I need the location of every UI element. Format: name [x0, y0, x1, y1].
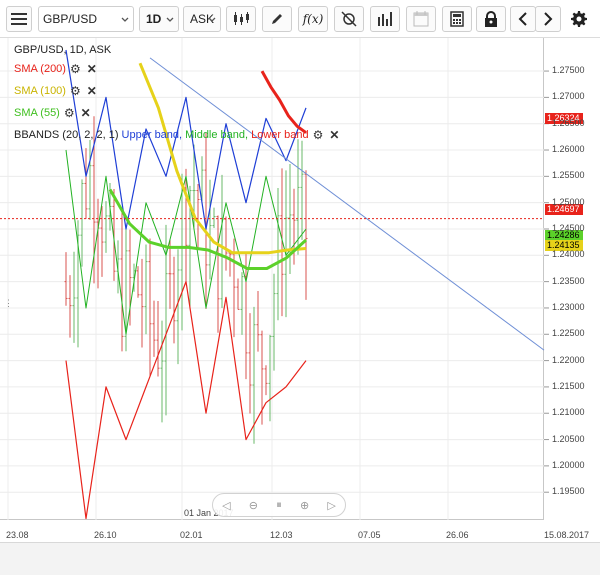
- resize-handle[interactable]: ⋮: [4, 298, 13, 309]
- legend-sma100-label: SMA (100): [14, 85, 66, 97]
- toolbar: GBP/USD 1D ASK f(x): [0, 0, 600, 38]
- legend-sma100: SMA (100) ⚙ ✕: [14, 84, 97, 98]
- legend-main: GBP/USD, 1D, ASK: [14, 43, 111, 57]
- chevron-down-icon: [166, 17, 174, 22]
- volume-button[interactable]: [370, 6, 400, 32]
- play-icon[interactable]: ▷: [327, 499, 335, 512]
- chevron-left-icon: [518, 12, 527, 26]
- gear-icon: [571, 11, 587, 27]
- zoom-in-icon[interactable]: ⊕: [300, 499, 309, 512]
- indicators-button[interactable]: f(x): [298, 6, 328, 32]
- price-type-select[interactable]: ASK: [183, 6, 221, 32]
- x-tick-label: 12.03: [270, 530, 293, 540]
- gear-icon[interactable]: ⚙: [64, 106, 75, 120]
- x-tick-label: 26.10: [94, 530, 117, 540]
- pause-icon[interactable]: ⏸: [276, 499, 282, 512]
- candlestick-icon: [234, 12, 249, 25]
- chevron-right-icon: [544, 12, 553, 26]
- y-tick-label: 1.24500: [552, 222, 585, 233]
- close-icon[interactable]: ✕: [329, 128, 339, 142]
- sma100-line: [138, 62, 307, 255]
- lock-icon: [485, 11, 497, 27]
- legend-sma200: SMA (200) ⚙ ✕: [14, 62, 97, 76]
- legend-bbands-label: BBANDS (20, 2, 2, 1): [14, 129, 119, 141]
- x-tick-label: 23.08: [6, 530, 29, 540]
- legend-lower-label: Lower band: [251, 129, 309, 141]
- function-icon: f(x): [302, 12, 324, 26]
- close-icon[interactable]: ✕: [87, 84, 97, 98]
- x-tick-label: 15.08.2017: [544, 530, 590, 540]
- x-tick-label: 07.05: [358, 530, 381, 540]
- x-tick-label: 02.01: [180, 530, 203, 540]
- gear-icon[interactable]: ⚙: [70, 62, 81, 76]
- y-tick-label: 1.20000: [552, 459, 585, 470]
- calendar-button[interactable]: [406, 6, 436, 32]
- scroll-left-button[interactable]: [510, 6, 536, 32]
- lower-band-line: [65, 281, 307, 520]
- close-icon[interactable]: ✕: [87, 62, 97, 76]
- legend-bbands: BBANDS (20, 2, 2, 1) Upper band, Middle …: [14, 128, 339, 142]
- settings-button[interactable]: [566, 6, 592, 32]
- calculator-button[interactable]: [442, 6, 472, 32]
- close-icon[interactable]: ✕: [81, 106, 91, 120]
- legend-sma200-label: SMA (200): [14, 63, 66, 75]
- crosshair-button[interactable]: [334, 6, 364, 32]
- symbol-value: GBP/USD: [43, 12, 98, 26]
- y-tick-label: 1.22000: [552, 354, 585, 365]
- interval-select[interactable]: 1D: [139, 6, 179, 32]
- draw-button[interactable]: [262, 6, 292, 32]
- y-tick-label: 1.22500: [552, 328, 585, 339]
- rewind-icon[interactable]: ◁: [222, 499, 230, 512]
- pencil-icon: [272, 14, 282, 24]
- symbol-select[interactable]: GBP/USD: [38, 6, 134, 32]
- chevron-down-icon: [121, 17, 129, 22]
- y-tick-label: 1.27000: [552, 91, 585, 102]
- y-tick-label: 1.25500: [552, 170, 585, 181]
- y-tick-label: 1.21500: [552, 380, 585, 391]
- chart-type-button[interactable]: [226, 6, 256, 32]
- interval-value: 1D: [146, 12, 162, 26]
- lock-button[interactable]: [476, 6, 506, 32]
- y-tick-label: 1.26000: [552, 144, 585, 155]
- scroll-right-button[interactable]: [535, 6, 561, 32]
- legend-upper-label: Upper band,: [121, 129, 183, 141]
- legend-sma55-label: SMA (55): [14, 107, 60, 119]
- y-tick-label: 1.19500: [552, 486, 585, 497]
- x-tick-label: 26.06: [446, 530, 469, 540]
- chevron-down-icon: [208, 17, 216, 22]
- y-tick-label: 1.26500: [552, 117, 585, 128]
- legend-sma55: SMA (55) ⚙ ✕: [14, 106, 91, 120]
- legend-middle-label: Middle band,: [185, 129, 249, 141]
- y-tick-label: 1.27500: [552, 65, 585, 76]
- y-tick-label: 1.21000: [552, 407, 585, 418]
- gear-icon[interactable]: ⚙: [70, 84, 81, 98]
- y-tick-label: 1.25000: [552, 196, 585, 207]
- calendar-icon: [413, 11, 429, 27]
- y-tick-label: 1.23000: [552, 301, 585, 312]
- zoom-out-icon[interactable]: ⊖: [249, 499, 258, 512]
- timeline-navigator[interactable]: [0, 542, 600, 575]
- volume-bars-icon: [378, 12, 392, 26]
- trendline: [149, 57, 545, 351]
- chart-navigation: ◁ ⊖ ⏸ ⊕ ▷: [212, 493, 346, 517]
- legend-main-label: GBP/USD, 1D, ASK: [14, 44, 112, 56]
- calculator-icon: [450, 11, 464, 27]
- crosshair-icon: [341, 11, 357, 27]
- y-tick-label: 1.24000: [552, 249, 585, 260]
- y-tick-label: 1.20500: [552, 433, 585, 444]
- menu-button[interactable]: [6, 6, 32, 32]
- gear-icon[interactable]: ⚙: [313, 128, 324, 142]
- y-tick-label: 1.23500: [552, 275, 585, 286]
- menu-icon: [11, 13, 27, 25]
